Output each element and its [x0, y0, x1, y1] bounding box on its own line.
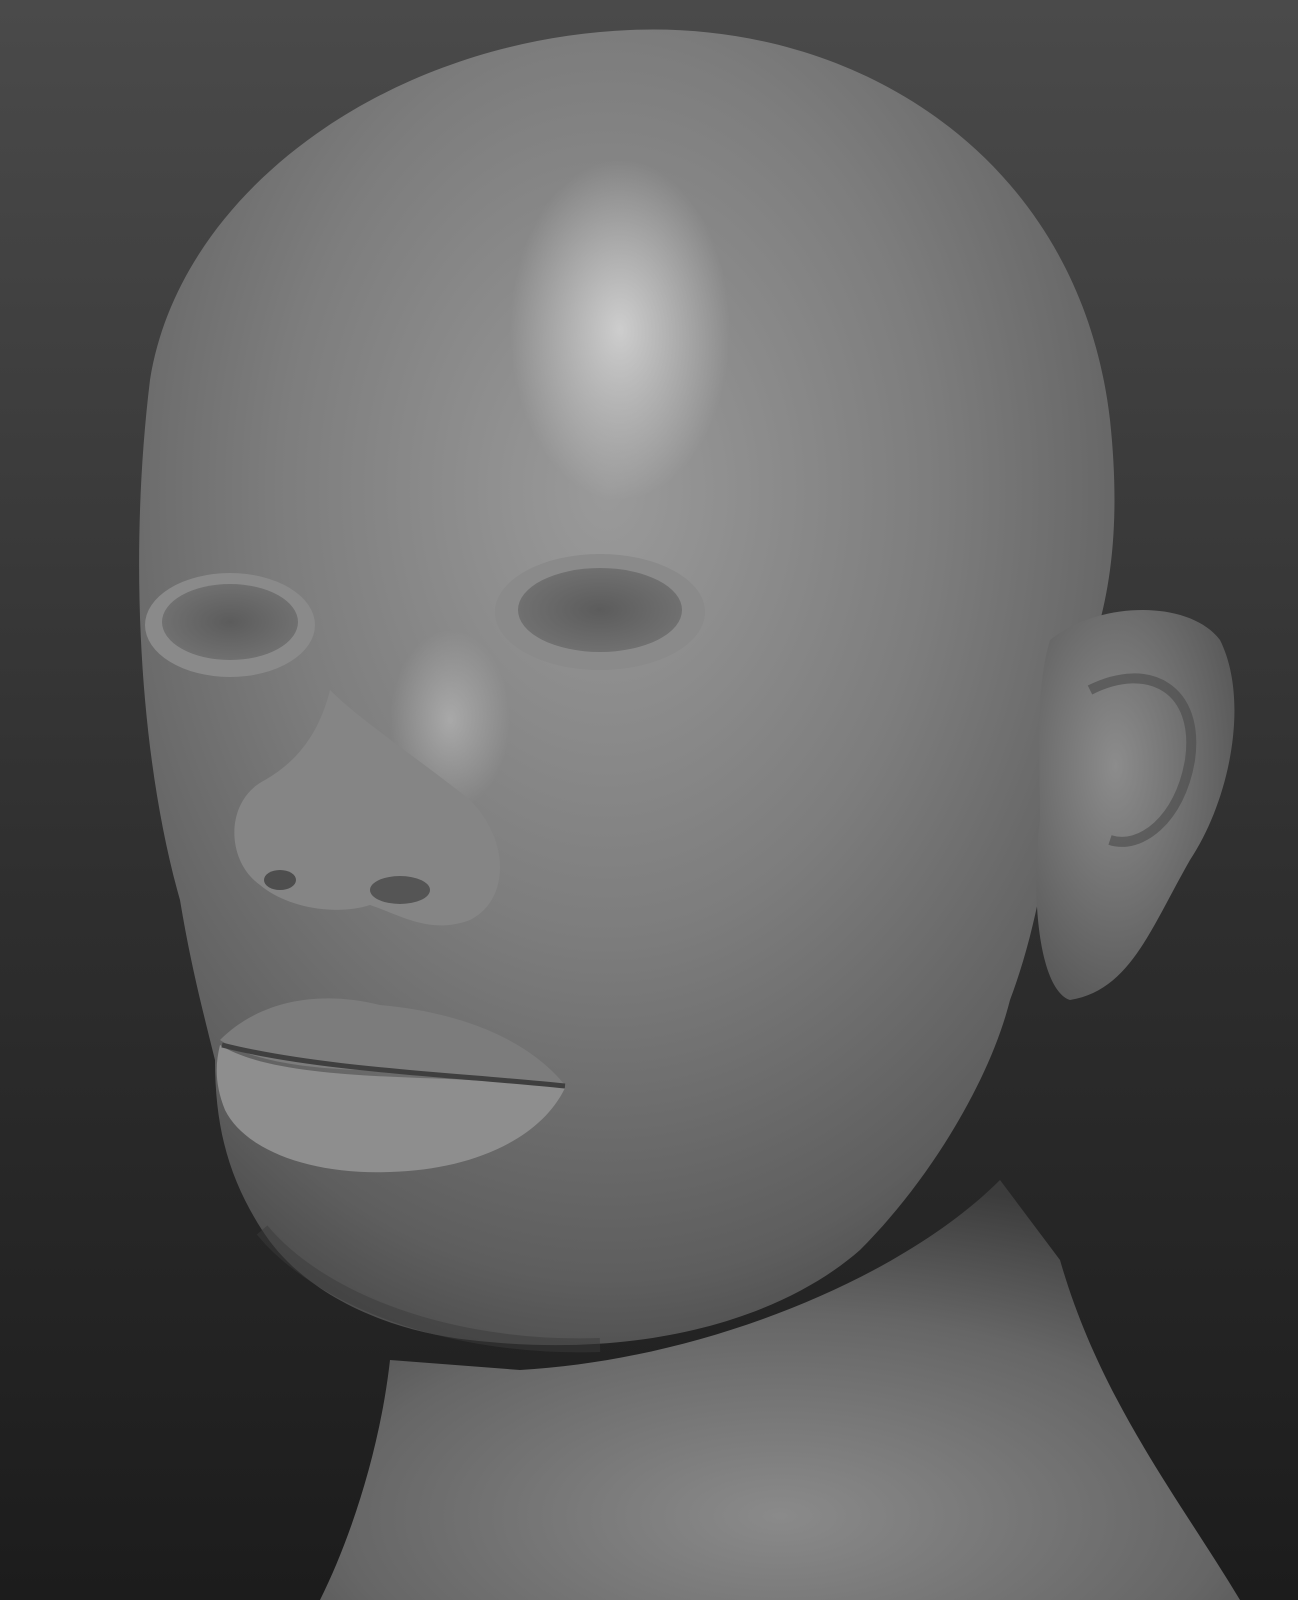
- sculpt-viewport[interactable]: [0, 0, 1298, 1600]
- left-eye-socket: [162, 584, 298, 660]
- right-eye-socket: [518, 568, 682, 652]
- ear: [1036, 610, 1235, 1000]
- sculpted-head-model[interactable]: [0, 0, 1298, 1600]
- forehead-highlight: [510, 160, 730, 500]
